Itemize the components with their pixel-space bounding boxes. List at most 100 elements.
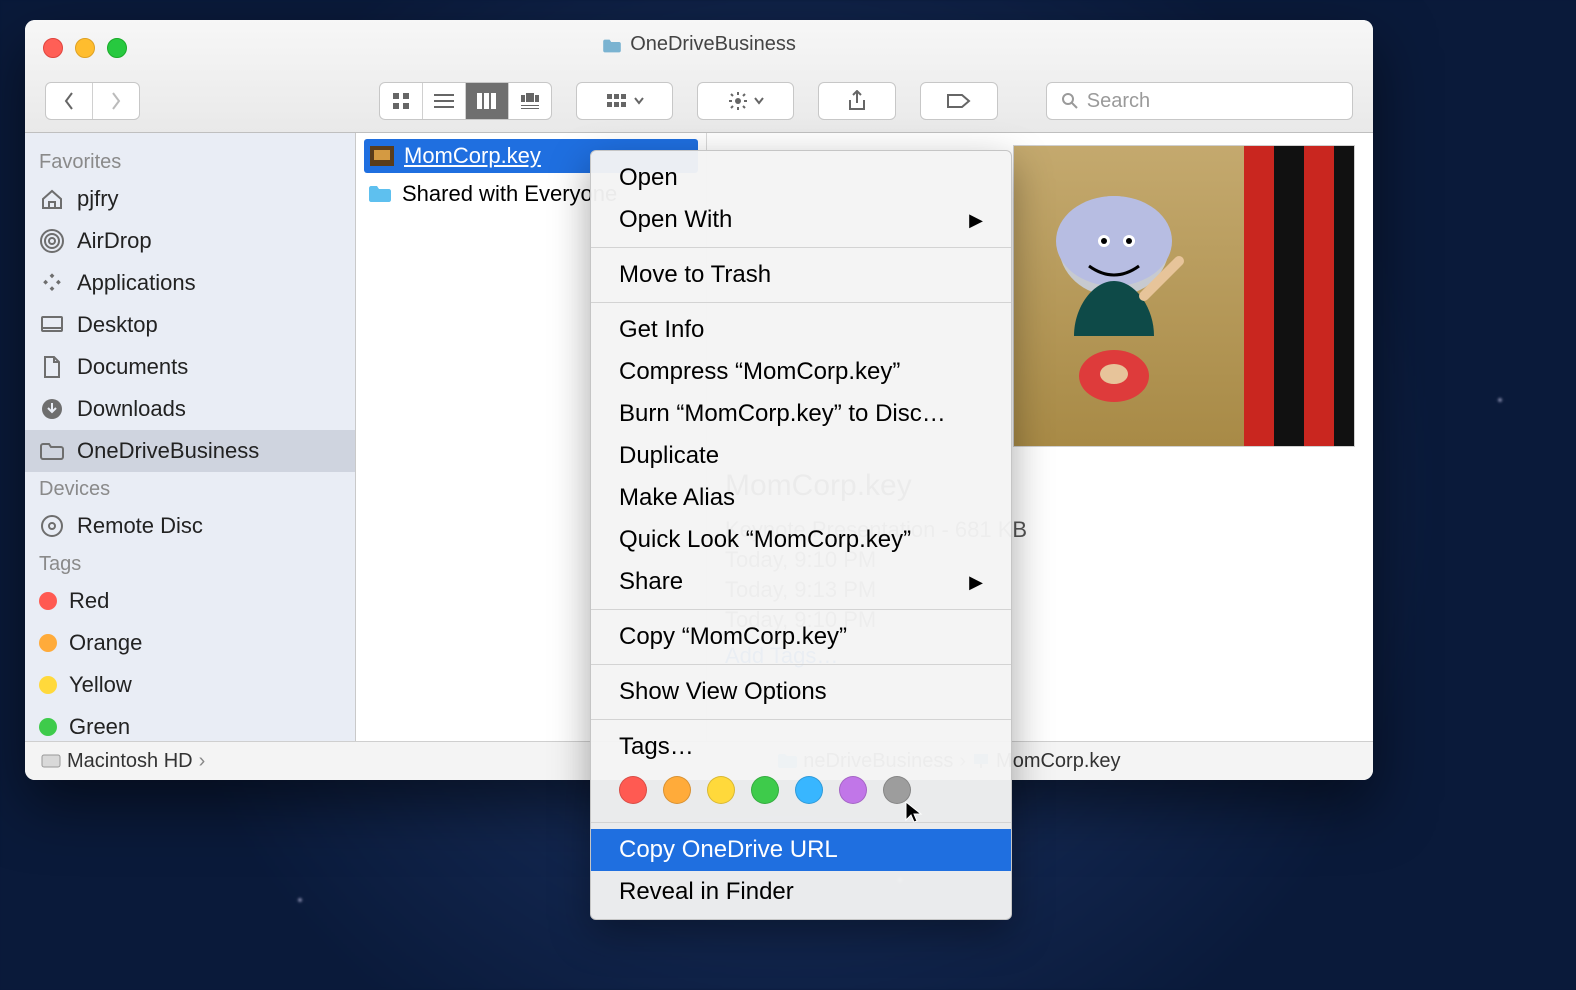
menu-item-label: Make Alias (619, 484, 735, 512)
window-title: OneDriveBusiness (25, 32, 1373, 56)
sidebar-item-label: Downloads (77, 396, 186, 422)
hdd-icon (41, 752, 61, 770)
tag-color (39, 634, 57, 652)
sidebar-section-head: Favorites (25, 145, 355, 178)
file-name: Shared with Everyone (402, 181, 617, 207)
share-icon (848, 90, 866, 112)
path-segment[interactable]: Macintosh HD (67, 750, 193, 773)
back-button[interactable] (46, 83, 93, 119)
menu-item[interactable]: Tags… (591, 726, 1011, 768)
sidebar-item-desktop[interactable]: Desktop (25, 304, 355, 346)
tags-button[interactable] (920, 82, 998, 120)
menu-item[interactable]: Compress “MomCorp.key” (591, 351, 1011, 393)
menu-item[interactable]: Make Alias (591, 477, 1011, 519)
download-icon (39, 398, 65, 420)
sidebar-item-label: Red (69, 588, 109, 614)
tag-color (39, 676, 57, 694)
menu-item[interactable]: Share ▶ (591, 561, 1011, 603)
menu-separator (591, 822, 1011, 823)
view-mode-segment (379, 82, 552, 120)
sidebar-item-home[interactable]: pjfry (25, 178, 355, 220)
tag-color-option[interactable] (883, 776, 911, 804)
sidebar-item-onedrivebusiness[interactable]: OneDriveBusiness (25, 430, 355, 472)
sidebar-item-label: Orange (69, 630, 142, 656)
arrange-button[interactable] (576, 82, 673, 120)
tag-color-option[interactable] (839, 776, 867, 804)
sidebar-item-label: AirDrop (77, 228, 152, 254)
list-view-button[interactable] (423, 83, 466, 119)
menu-separator (591, 719, 1011, 720)
menu-item[interactable]: Move to Trash (591, 254, 1011, 296)
chevron-down-icon (634, 97, 644, 105)
search-icon (1061, 92, 1079, 110)
menu-item[interactable]: Reveal in Finder (591, 871, 1011, 913)
doc-icon (39, 356, 65, 378)
menu-item[interactable]: Copy OneDrive URL (591, 829, 1011, 871)
menu-item-label: Duplicate (619, 442, 719, 470)
keynote-file-icon (370, 146, 394, 166)
nav-buttons (45, 82, 140, 120)
menu-item[interactable]: Open With ▶ (591, 199, 1011, 241)
chevron-right-icon: ▶ (969, 210, 983, 231)
action-button[interactable] (697, 82, 794, 120)
menu-item[interactable]: Get Info (591, 309, 1011, 351)
menu-item[interactable]: Show View Options (591, 671, 1011, 713)
menu-item[interactable]: Duplicate (591, 435, 1011, 477)
disc-icon (39, 515, 65, 537)
tag-color-option[interactable] (619, 776, 647, 804)
menu-item[interactable]: Copy “MomCorp.key” (591, 616, 1011, 658)
folder-icon (39, 440, 65, 462)
menu-item-label: Show View Options (619, 678, 827, 706)
menu-item[interactable]: Open (591, 157, 1011, 199)
sidebar-tag-orange[interactable]: Orange (25, 622, 355, 664)
thumbnail-art (1034, 186, 1204, 406)
airdrop-icon (39, 230, 65, 252)
menu-item-label: Copy OneDrive URL (619, 836, 838, 864)
sidebar-item-label: Documents (77, 354, 188, 380)
menu-item-label: Share (619, 568, 683, 596)
menu-item-label: Compress “MomCorp.key” (619, 358, 900, 386)
sidebar-tag-yellow[interactable]: Yellow (25, 664, 355, 706)
sidebar-item-label: pjfry (77, 186, 119, 212)
menu-item[interactable]: Quick Look “MomCorp.key” (591, 519, 1011, 561)
coverflow-view-button[interactable] (509, 83, 551, 119)
sidebar-item-label: Remote Disc (77, 513, 203, 539)
path-segment[interactable]: MomCorp.key (996, 750, 1120, 773)
tag-color-option[interactable] (751, 776, 779, 804)
sidebar-section-head: Tags (25, 547, 355, 580)
sidebar-section-head: Devices (25, 472, 355, 505)
context-menu: Open Open With ▶ Move to Trash Get Info Compr… (590, 150, 1012, 920)
menu-item-label: Open With (619, 206, 732, 234)
chevron-right-icon: ▶ (969, 572, 983, 593)
share-button[interactable] (818, 82, 896, 120)
column-view-button[interactable] (466, 83, 509, 119)
menu-tag-colors (591, 768, 1011, 816)
sidebar: Favorites pjfry AirDrop Applications (25, 133, 356, 741)
toolbar: Search (45, 82, 1353, 120)
menu-item-label: Open (619, 164, 678, 192)
tag-color-option[interactable] (707, 776, 735, 804)
menu-item-label: Reveal in Finder (619, 878, 794, 906)
forward-button[interactable] (93, 83, 139, 119)
apps-icon (39, 272, 65, 294)
sidebar-item-documents[interactable]: Documents (25, 346, 355, 388)
sidebar-item-label: Yellow (69, 672, 132, 698)
sidebar-item-remote-disc[interactable]: Remote Disc (25, 505, 355, 547)
sidebar-item-label: OneDriveBusiness (77, 438, 259, 464)
sidebar-item-downloads[interactable]: Downloads (25, 388, 355, 430)
sidebar-tag-red[interactable]: Red (25, 580, 355, 622)
chevron-down-icon (754, 97, 764, 105)
menu-item-label: Move to Trash (619, 261, 771, 289)
sidebar-tag-green[interactable]: Green (25, 706, 355, 741)
sidebar-item-airdrop[interactable]: AirDrop (25, 220, 355, 262)
menu-item[interactable]: Burn “MomCorp.key” to Disc… (591, 393, 1011, 435)
desktop-icon (39, 314, 65, 336)
icon-view-button[interactable] (380, 83, 423, 119)
folder-icon (368, 184, 392, 204)
search-field[interactable]: Search (1046, 82, 1353, 120)
sidebar-item-applications[interactable]: Applications (25, 262, 355, 304)
tag-color-option[interactable] (795, 776, 823, 804)
tag-color (39, 718, 57, 736)
tag-color-option[interactable] (663, 776, 691, 804)
menu-separator (591, 609, 1011, 610)
